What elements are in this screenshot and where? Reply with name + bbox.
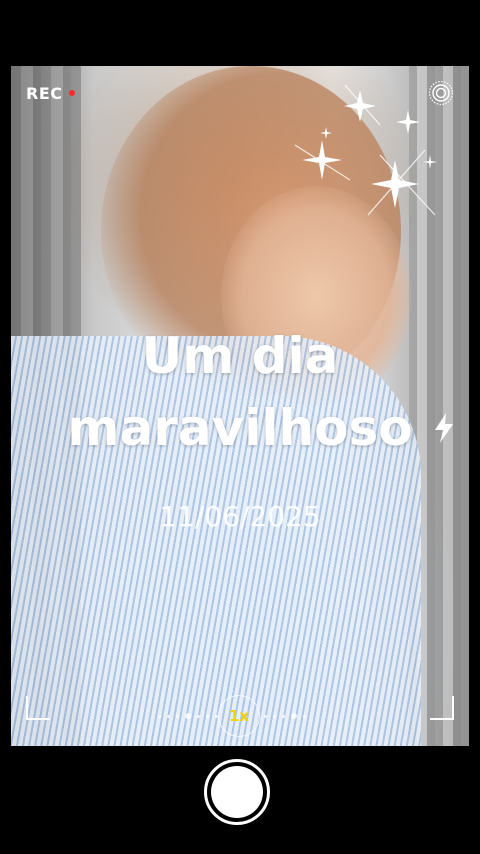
overlay-date: 11/06/2025 [159, 500, 321, 533]
zoom-tick [206, 714, 209, 718]
overlay-title-line1: Um dia [141, 327, 339, 385]
zoom-scale-left[interactable] [158, 713, 218, 719]
zoom-tick [264, 714, 267, 718]
zoom-tick [176, 714, 179, 718]
rec-label: REC [26, 84, 63, 103]
sparkles-icon [294, 85, 437, 216]
zoom-level-button[interactable]: 1x [218, 695, 260, 737]
rec-dot-icon [69, 90, 75, 96]
zoom-scale-right[interactable] [264, 713, 306, 719]
zoom-tick [158, 714, 161, 718]
zoom-tick [282, 714, 285, 718]
zoom-tick-major [185, 713, 191, 719]
zoom-tick [197, 714, 200, 718]
zoom-tick [273, 714, 276, 718]
frame-corner-bottom-right [430, 696, 454, 720]
shutter-button[interactable] [211, 766, 263, 818]
zoom-tick-major [291, 713, 297, 719]
overlay-title: Um dia maravilhoso [11, 320, 469, 464]
zoom-tick [303, 714, 306, 718]
top-bar [0, 0, 480, 66]
zoom-tick [167, 714, 170, 718]
lightning-bolt-icon [435, 413, 453, 443]
frame-corner-bottom-left [26, 696, 50, 720]
overlay-title-line2: maravilhoso [67, 399, 413, 457]
